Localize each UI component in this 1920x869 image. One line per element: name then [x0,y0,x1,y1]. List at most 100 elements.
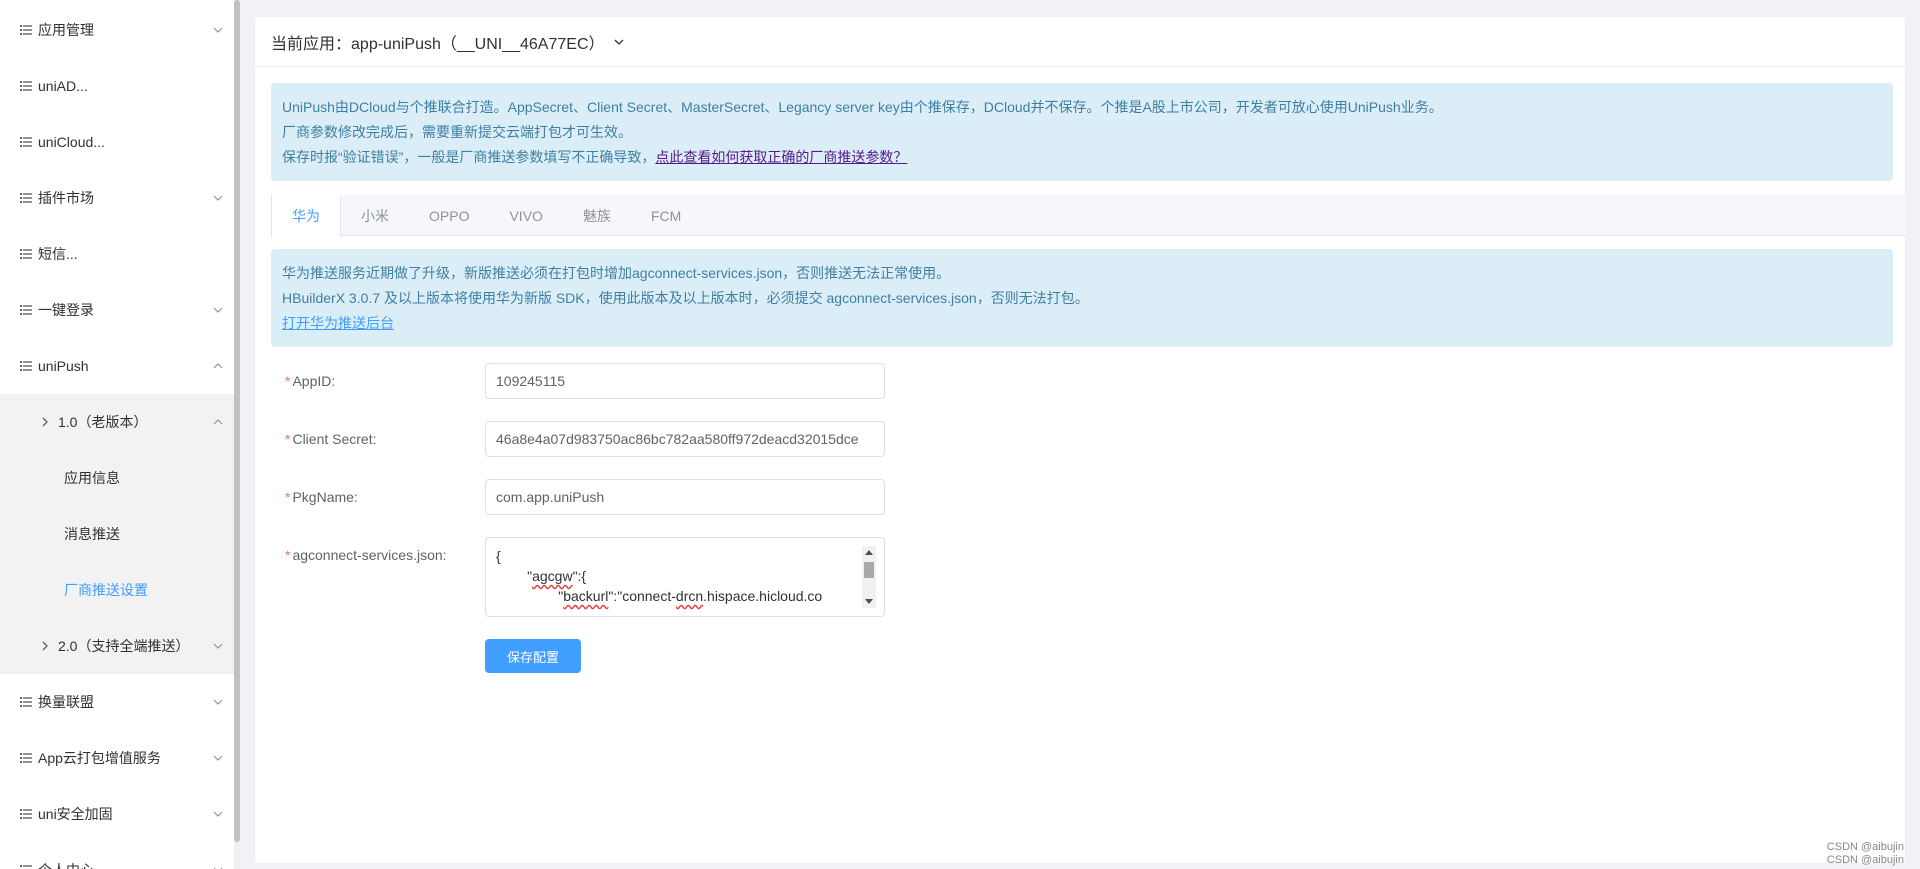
required-asterisk: * [285,373,291,389]
sidebar-item-4[interactable]: 短信... [0,226,234,282]
huawei-notice-line-1: 华为推送服务近期做了升级，新版推送必须在打包时增加agconnect-servi… [282,265,951,281]
json-key-backurl: backurl [563,588,609,604]
submenu-v1-label: 1.0（老版本） [58,414,148,430]
textarea-scrollbar[interactable] [862,546,876,608]
sidebar-item-label: 插件市场 [38,190,94,206]
required-asterisk: * [285,431,291,447]
sidebar-item-8[interactable]: App云打包增值服务 [0,730,234,786]
unipush-submenu: 1.0（老版本） 应用信息 消息推送 厂商推送设置 2.0（支持全端推送） [0,394,234,674]
tab-1[interactable]: 小米 [341,195,409,236]
client-secret-label-text: Client Secret: [292,431,377,447]
json-content: { "agcgw":{ "backurl":"connect-drcn.hisp… [486,538,884,614]
sidebar-item-10[interactable]: 个人中心 [0,842,234,869]
sidebar-item-label: 一键登录 [38,302,94,318]
list-icon [20,753,32,763]
client-secret-input[interactable]: 46a8e4a07d983750ac86bc782aa580ff972deacd… [485,421,885,457]
main-card: 当前应用： app-uniPush（__UNI__46A77EC） UniPus… [254,16,1907,864]
list-icon [20,697,32,707]
app-selector-prefix: 当前应用： [271,35,352,53]
notice-line-2: 厂商参数修改完成后，需要重新提交云端打包才可生效。 [282,124,632,140]
huawei-notice: 华为推送服务近期做了升级，新版推送必须在打包时增加agconnect-servi… [271,249,1893,347]
app-selector[interactable]: 当前应用： app-uniPush（__UNI__46A77EC） [255,17,1905,67]
pkgname-input[interactable]: com.app.uniPush [485,479,885,515]
chevron-right-icon [42,417,48,427]
sidebar: 应用管理 uniAD... uniCloud... 插件市场短信... 一键登录 uniP… [0,0,240,869]
list-icon [20,305,32,315]
sidebar-item-0[interactable]: 应用管理 [0,2,234,58]
sidebar-item-label: uniCloud... [38,134,105,150]
sidebar-item-1[interactable]: uniAD... [0,58,234,114]
sidebar-item-2[interactable]: uniCloud... [0,114,234,170]
app-selector-name: app-uniPush（__UNI__46A77EC） [351,35,605,53]
list-icon [20,865,32,869]
watermark: CSDN @aibujin CSDN @aibujin [1827,841,1904,867]
appid-input[interactable]: 109245115 [485,363,885,399]
chevron-down-icon [614,39,623,45]
open-huawei-push-console-link[interactable]: 打开华为推送后台 [282,315,394,331]
submenu-v1[interactable]: 1.0（老版本） [0,394,234,450]
list-icon [20,361,32,371]
unipush-notice: UniPush由DCloud与个推联合打造。AppSecret、Client S… [271,83,1893,181]
chevron-down-icon [213,307,223,313]
list-icon [20,81,32,91]
sidebar-item-5[interactable]: 一键登录 [0,282,234,338]
json-key-agcgw: agcgw [532,568,573,584]
chevron-right-icon [42,641,48,651]
list-icon [20,809,32,819]
required-asterisk: * [285,489,291,505]
sidebar-item-label: uni安全加固 [38,806,113,822]
sidebar-item-3[interactable]: 插件市场 [0,170,234,226]
sidebar-item-label: 个人中心 [38,860,94,869]
chevron-down-icon [213,811,223,817]
submenu-vendor-push-settings-label: 厂商推送设置 [64,582,148,598]
notice-line-3: 保存时报“验证错误”，一般是厂商推送参数填写不正确导致，点此查看如何获取正确的厂… [282,145,1882,170]
appid-row: * AppID: 109245115 [285,363,885,399]
tab-5[interactable]: FCM [631,195,701,236]
sidebar-item-label: 应用管理 [38,22,94,38]
pkgname-label: * PkgName: [285,479,485,515]
chevron-down-icon [213,699,223,705]
json-line-3: "backurl":"connect-drcn.hispace.hicloud.… [496,588,823,604]
submenu-v2-label: 2.0（支持全端推送） [58,638,190,654]
sidebar-item-label: 换量联盟 [38,694,94,710]
submenu-vendor-push-settings[interactable]: 厂商推送设置 [0,562,234,618]
json-value-underline: drcn [675,588,704,604]
huawei-notice-line-2: HBuilderX 3.0.7 及以上版本将使用华为新版 SDK，使用此版本及以… [282,290,1089,306]
sidebar-item-7[interactable]: 换量联盟 [0,674,234,730]
sidebar-scrollbar-thumb[interactable] [234,0,240,842]
submenu-message-push[interactable]: 消息推送 [0,506,234,562]
chevron-down-icon [213,643,223,649]
sidebar-scrollbar[interactable] [234,0,240,869]
textarea-scrollbar-thumb[interactable] [864,562,874,578]
tab-4[interactable]: 魅族 [563,195,631,236]
save-config-button[interactable]: 保存配置 [485,639,581,673]
watermark-line-1: CSDN @aibujin [1826,841,1904,853]
agconnect-json-textarea[interactable]: { "agcgw":{ "backurl":"connect-drcn.hisp… [485,537,885,617]
submenu-app-info[interactable]: 应用信息 [0,450,234,506]
tab-0[interactable]: 华为 [271,195,341,237]
sidebar-item-label: App云打包增值服务 [38,750,161,766]
chevron-down-icon [213,755,223,761]
client-secret-row: * Client Secret: 46a8e4a07d983750ac86bc78… [285,421,885,457]
watermark-line-2: CSDN @aibujin [1826,854,1904,866]
agconnect-json-row: * agconnect-services.json: { "agcgw":{ "b… [285,537,885,617]
appid-label: * AppID: [285,363,485,399]
chevron-down-icon [213,27,223,33]
agconnect-json-label: * agconnect-services.json: [285,537,485,617]
submenu-v2[interactable]: 2.0（支持全端推送） [0,618,234,674]
pkgname-label-text: PkgName: [292,489,358,505]
submenu-app-info-label: 应用信息 [64,470,120,486]
json-value-backurl: connect-drcn.hispace.hicloud.co [622,588,823,604]
chevron-up-icon [213,419,223,425]
scroll-up-arrow-icon[interactable] [865,550,873,555]
appid-label-text: AppID: [292,373,336,389]
tab-2[interactable]: OPPO [409,195,489,236]
chevron-down-icon [213,867,223,869]
vendor-params-help-link[interactable]: 点此查看如何获取正确的厂商推送参数？ [655,149,907,165]
list-icon [20,249,32,259]
sidebar-item-6[interactable]: uniPush [0,338,234,394]
scroll-down-arrow-icon[interactable] [865,599,873,604]
sidebar-item-label: 短信... [38,246,78,262]
tab-3[interactable]: VIVO [489,195,562,236]
sidebar-item-9[interactable]: uni安全加固 [0,786,234,842]
